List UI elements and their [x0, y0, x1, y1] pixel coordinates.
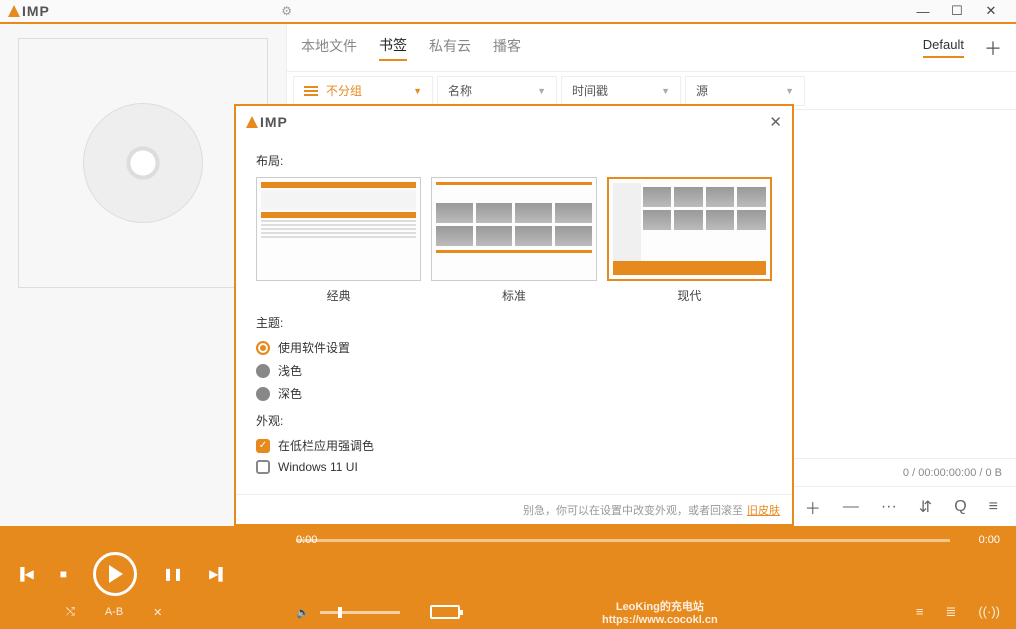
add-playlist-button[interactable]: ＋	[984, 35, 1002, 61]
dialog-logo: IMP	[246, 114, 288, 130]
theme-option-software[interactable]: 使用软件设置	[256, 339, 772, 356]
window-maximize-button[interactable]: ☐	[940, 3, 974, 19]
dialog-footer-text: 别急，你可以在设置中改变外观，或者回滚至	[523, 502, 743, 518]
col-name[interactable]: 名称▼	[437, 76, 557, 106]
layout-option-classic[interactable]: 经典	[256, 177, 421, 304]
logo-triangle-icon	[8, 5, 20, 17]
battery-icon	[430, 605, 460, 619]
add-button[interactable]: ＋	[805, 495, 821, 519]
checkbox-icon	[256, 460, 270, 474]
theme-option-light[interactable]: 浅色	[256, 362, 772, 379]
tab-private-cloud[interactable]: 私有云	[429, 36, 471, 60]
disc-icon	[83, 103, 203, 223]
app-logo: IMP	[8, 3, 50, 19]
ab-repeat-button[interactable]: A-B	[105, 606, 123, 619]
remove-button[interactable]: —	[843, 498, 859, 516]
layout-section-label: 布局:	[256, 152, 772, 169]
playlist-default-tab[interactable]: Default	[923, 37, 964, 58]
theme-option-dark[interactable]: 深色	[256, 385, 772, 402]
prev-button[interactable]: ▐◀	[16, 567, 34, 581]
settings-gear-icon[interactable]: ⚙	[281, 4, 292, 18]
app-name: IMP	[22, 3, 50, 19]
time-total: 0:00	[950, 534, 1000, 546]
list-menu-button[interactable]: ≡	[989, 498, 998, 516]
appearance-section-label: 外观:	[256, 412, 772, 429]
search-button[interactable]: Q	[954, 498, 966, 516]
hamburger-icon	[304, 84, 318, 98]
window-minimize-button[interactable]: —	[906, 4, 940, 19]
album-art-placeholder	[18, 38, 268, 288]
group-dropdown[interactable]: 不分组 ▼	[293, 76, 433, 106]
status-summary: 0 / 00:00:00:00 / 0 B	[903, 467, 1002, 479]
shuffle-button[interactable]: ⤭	[66, 606, 75, 619]
next-button[interactable]: ▶▌	[209, 567, 227, 581]
layout-option-modern[interactable]: 现代	[607, 177, 772, 304]
col-timestamp[interactable]: 时间戳▼	[561, 76, 681, 106]
radio-icon	[256, 364, 270, 378]
appearance-dialog: IMP ✕ 布局: 经典	[234, 104, 794, 526]
check-win11-ui[interactable]: Windows 11 UI	[256, 460, 772, 474]
window-close-button[interactable]: ✕	[974, 3, 1008, 19]
layout-option-standard[interactable]: 标准	[431, 177, 596, 304]
player-bar: 0:00 0:00 ▐◀ ■ ❚❚ ▶▌ ⤭ A-B ✕ 🔈 LeoKing的充…	[0, 526, 1016, 629]
radio-checked-icon	[256, 341, 270, 355]
chevron-down-icon: ▼	[661, 86, 670, 96]
visual-button[interactable]: ≣	[945, 604, 956, 620]
volume-slider[interactable]	[320, 611, 400, 614]
pause-button[interactable]: ❚❚	[163, 567, 183, 581]
cast-button[interactable]: ((·))	[978, 604, 1000, 620]
chevron-down-icon: ▼	[413, 86, 422, 96]
radio-icon	[256, 387, 270, 401]
chevron-down-icon: ▼	[537, 86, 546, 96]
main-tabs: 本地文件 书签 私有云 播客 Default ＋	[287, 24, 1016, 72]
chevron-down-icon: ▼	[785, 86, 794, 96]
col-source[interactable]: 源▼	[685, 76, 805, 106]
repeat-button[interactable]: ✕	[153, 606, 162, 619]
seek-bar[interactable]	[296, 539, 950, 542]
footer-credit: LeoKing的充电站 https://www.cocokl.cn	[460, 598, 860, 626]
dialog-footer-link[interactable]: 旧皮肤	[747, 502, 780, 518]
tab-bookmarks[interactable]: 书签	[379, 35, 407, 61]
eq-button[interactable]: ≡	[916, 604, 924, 620]
stop-button[interactable]: ■	[60, 567, 67, 581]
group-label: 不分组	[326, 82, 362, 99]
sort-button[interactable]: ⇵	[919, 497, 932, 517]
dialog-close-button[interactable]: ✕	[769, 113, 782, 131]
play-icon	[109, 565, 123, 583]
play-button[interactable]	[93, 552, 137, 596]
theme-section-label: 主题:	[256, 314, 772, 331]
volume-icon[interactable]: 🔈	[296, 606, 310, 619]
more-button[interactable]: ···	[881, 498, 897, 516]
tab-local-files[interactable]: 本地文件	[301, 36, 357, 60]
check-accent-bar[interactable]: ✓ 在低栏应用强调色	[256, 437, 772, 454]
tab-podcast[interactable]: 播客	[493, 36, 521, 60]
checkbox-checked-icon: ✓	[256, 439, 270, 453]
